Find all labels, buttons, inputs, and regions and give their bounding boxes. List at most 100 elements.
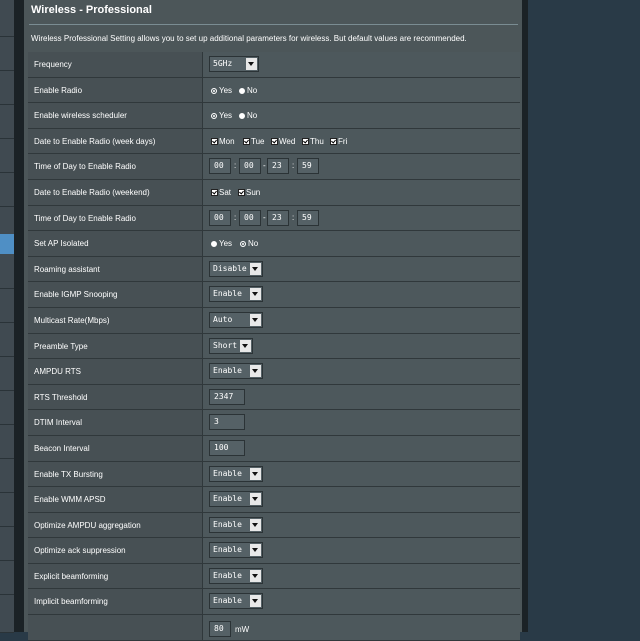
checkbox-sun[interactable]: Sun [238,188,260,197]
settings-table: Frequency 5GHz Enable Radio Yes No Enabl… [28,52,520,641]
ack-suppression-select[interactable]: Enable [209,542,263,559]
nav-item[interactable] [0,390,14,425]
dtim-label: DTIM Interval [34,418,83,428]
enable-radio-yes[interactable]: Yes [211,86,232,95]
nav-item[interactable] [0,70,14,105]
ap-isolated-yes[interactable]: Yes [211,239,232,248]
beacon-input[interactable]: 100 [209,439,245,456]
nav-item[interactable] [0,36,14,71]
chevron-down-icon [246,58,257,70]
weekend-start-hour-input[interactable]: 00 [209,209,231,226]
row-rts-threshold: RTS Threshold 2347 [28,384,520,411]
chevron-down-icon [250,365,261,378]
nav-item[interactable] [0,560,14,595]
checkbox-fri[interactable]: Fri [330,137,347,146]
weekend-start-minute-input[interactable]: 00 [239,209,261,226]
enable-radio-label: Enable Radio [34,85,83,95]
explicit-beamforming-label: Explicit beamforming [34,571,109,581]
weekend-label: Date to Enable Radio (weekend) [34,187,150,197]
weekend-end-hour-input[interactable]: 23 [267,209,289,226]
checkbox-checked-icon [211,188,218,196]
preamble-select[interactable]: Short [209,337,253,354]
nav-item[interactable] [0,138,14,173]
row-multicast: Multicast Rate(Mbps) Auto [28,307,520,334]
multicast-select[interactable]: Auto [209,311,263,328]
checkbox-checked-icon [302,137,309,145]
chevron-down-icon [250,518,261,531]
tx-bursting-select[interactable]: Enable [209,465,263,482]
roaming-label: Roaming assistant [34,264,100,274]
frequency-select[interactable]: 5GHz [209,56,259,72]
checkbox-checked-icon [271,137,278,145]
explicit-beamforming-select[interactable]: Enable [209,567,263,584]
nav-item[interactable] [0,356,14,391]
checkbox-tue[interactable]: Tue [243,137,265,146]
checkbox-wed[interactable]: Wed [271,137,295,146]
implicit-beamforming-select[interactable]: Enable [209,593,263,610]
chevron-down-icon [250,544,261,557]
weekday-start-hour-input[interactable]: 00 [209,158,231,175]
checkbox-mon[interactable]: Mon [211,137,235,146]
nav-item[interactable] [0,424,14,459]
ampdu-rts-select[interactable]: Enable [209,363,263,380]
row-preamble: Preamble Type Short [28,333,520,360]
radio-selected-icon [211,87,217,94]
scheduler-no[interactable]: No [239,111,257,120]
chevron-down-icon [250,288,261,301]
tx-power-input[interactable]: 80 [209,621,231,638]
rts-threshold-input[interactable]: 2347 [209,388,245,405]
igmp-select[interactable]: Enable [209,286,263,303]
row-ack-suppression: Optimize ack suppression Enable [28,538,520,564]
nav-item[interactable] [0,492,14,527]
rts-threshold-label: RTS Threshold [34,392,88,402]
ack-suppression-label: Optimize ack suppression [34,546,126,556]
nav-item[interactable] [0,172,14,207]
row-wmm-apsd: Enable WMM APSD Enable [28,487,520,513]
weekday-time-label: Time of Day to Enable Radio [34,162,136,172]
tx-power-unit: mW [235,625,250,635]
nav-item[interactable] [0,458,14,493]
row-beacon: Beacon Interval 100 [28,435,520,462]
checkbox-checked-icon [243,137,250,145]
enable-radio-no[interactable]: No [239,86,257,95]
nav-item-active[interactable] [0,234,14,254]
nav-item[interactable] [0,594,14,633]
wmm-apsd-select[interactable]: Enable [209,491,263,508]
nav-item[interactable] [0,288,14,323]
radio-selected-icon [211,113,217,120]
dtim-input[interactable]: 3 [209,414,245,431]
chevron-down-icon [250,262,261,275]
roaming-select[interactable]: Disable [209,260,263,277]
nav-item[interactable] [0,322,14,357]
weekday-end-minute-input[interactable]: 59 [297,158,319,175]
ampdu-aggregation-select[interactable]: Enable [209,516,263,533]
chevron-down-icon [250,569,261,582]
weekend-end-minute-input[interactable]: 59 [297,209,319,226]
nav-item[interactable] [0,206,14,235]
nav-item[interactable] [0,526,14,561]
nav-item[interactable] [0,104,14,139]
weekday-start-minute-input[interactable]: 00 [239,158,261,175]
ampdu-aggregation-label: Optimize AMPDU aggregation [34,520,141,530]
nav-item[interactable] [0,254,14,289]
page-title: Wireless - Professional [31,4,152,16]
checkbox-sat[interactable]: Sat [211,188,231,197]
radio-unselected-icon [211,241,217,248]
scheduler-yes[interactable]: Yes [211,111,232,120]
chevron-down-icon [250,313,261,326]
row-dtim: DTIM Interval 3 [28,410,520,436]
nav-item[interactable] [0,0,14,37]
weekend-time-label: Time of Day to Enable Radio [34,213,136,223]
row-weekday-time: Time of Day to Enable Radio 00 : 00 - 23… [28,154,520,180]
row-enable-radio: Enable Radio Yes No [28,77,520,104]
chevron-down-icon [250,467,261,480]
row-roaming: Roaming assistant Disable [28,256,520,283]
row-ap-isolated: Set AP Isolated Yes No [28,231,520,257]
row-frequency: Frequency 5GHz [28,52,520,78]
row-tx-bursting: Enable TX Bursting Enable [28,461,520,488]
weekday-end-hour-input[interactable]: 23 [267,158,289,175]
wmm-apsd-label: Enable WMM APSD [34,495,106,505]
checkbox-thu[interactable]: Thu [302,137,324,146]
beacon-label: Beacon Interval [34,443,90,453]
ap-isolated-no[interactable]: No [240,239,258,248]
